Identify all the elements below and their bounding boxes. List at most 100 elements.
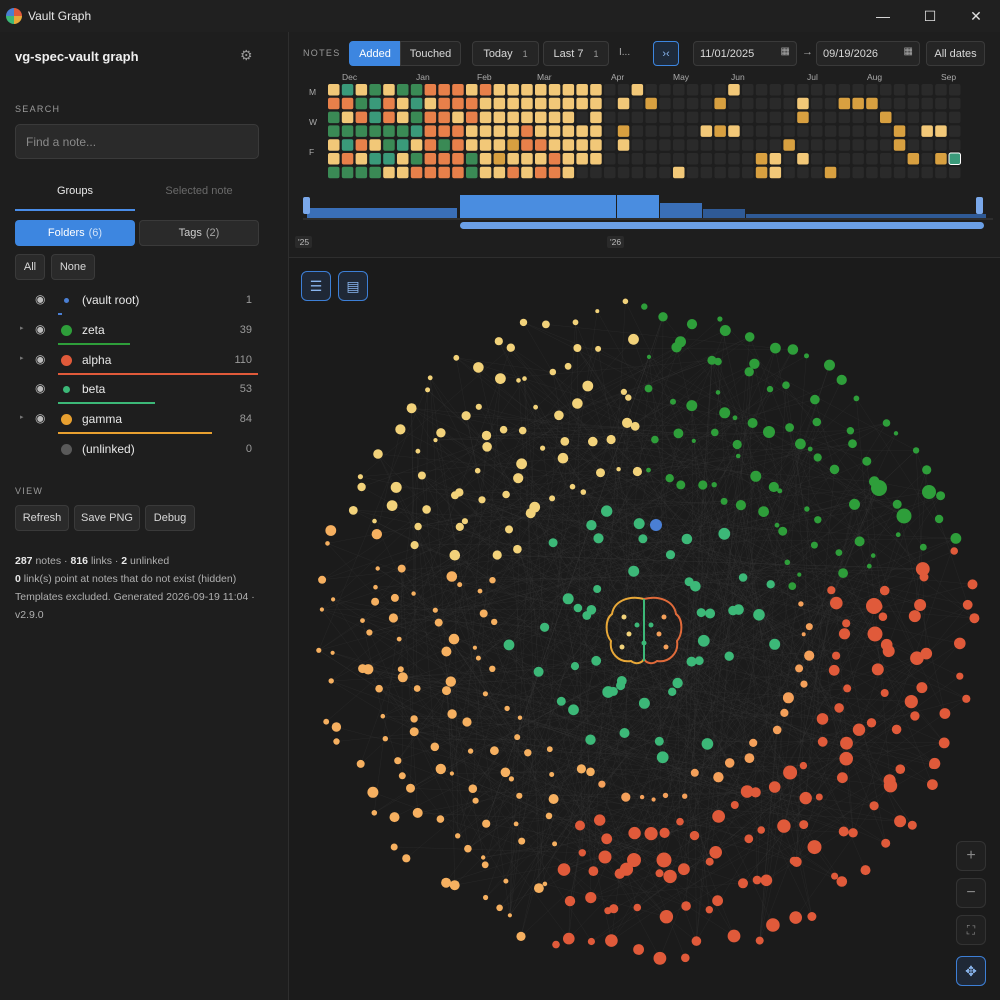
heatmap-cell[interactable]: [355, 111, 368, 124]
last7-button[interactable]: Last 7 1: [543, 41, 609, 66]
heatmap-cell[interactable]: [783, 97, 795, 110]
graph-node[interactable]: [686, 656, 697, 667]
graph-node[interactable]: [670, 398, 676, 405]
graph-node[interactable]: [409, 727, 419, 737]
graph-node[interactable]: [830, 596, 843, 610]
graph-node[interactable]: [478, 496, 486, 504]
graph-node[interactable]: [502, 490, 510, 499]
graph-node[interactable]: [801, 632, 806, 637]
graph-node[interactable]: [939, 708, 951, 719]
graph-node[interactable]: [474, 467, 481, 474]
graph-node[interactable]: [331, 722, 342, 732]
graph-node[interactable]: [323, 718, 330, 725]
graph-node[interactable]: [866, 718, 877, 728]
graph-node[interactable]: [676, 817, 684, 826]
graph-node[interactable]: [575, 820, 585, 831]
heatmap-cell[interactable]: [576, 97, 588, 110]
graph-node[interactable]: [711, 482, 717, 488]
graph-node[interactable]: [633, 518, 645, 530]
heatmap-cell[interactable]: [921, 84, 933, 96]
root-node[interactable]: [650, 519, 662, 531]
heatmap-cell[interactable]: [755, 153, 768, 165]
all-dates-button[interactable]: All dates: [926, 41, 985, 66]
heatmap-cell[interactable]: [811, 84, 823, 96]
heatmap-cell[interactable]: [866, 84, 878, 96]
heatmap-cell[interactable]: [893, 166, 906, 179]
heatmap-cell[interactable]: [755, 166, 768, 179]
graph-node[interactable]: [795, 438, 806, 450]
heatmap-cell[interactable]: [700, 166, 713, 179]
graph-node[interactable]: [481, 855, 486, 860]
heatmap-cell[interactable]: [921, 139, 933, 151]
graph-node[interactable]: [496, 904, 503, 912]
heatmap-cell[interactable]: [852, 166, 864, 179]
heatmap-cell[interactable]: [866, 153, 878, 165]
heatmap-cell[interactable]: [714, 166, 726, 179]
graph-node[interactable]: [557, 863, 571, 876]
graph-node[interactable]: [860, 865, 871, 876]
heatmap-cell[interactable]: [742, 125, 754, 137]
graph-node[interactable]: [799, 791, 812, 805]
tab-groups[interactable]: Groups: [15, 185, 135, 211]
heatmap-cell[interactable]: [479, 111, 492, 124]
graph-node[interactable]: [798, 601, 804, 607]
maximize-icon[interactable]: ☐: [907, 0, 953, 32]
heatmap-cell[interactable]: [507, 139, 519, 151]
graph-node[interactable]: [714, 357, 722, 366]
graph-node[interactable]: [891, 724, 902, 735]
graph-node[interactable]: [919, 543, 927, 551]
graph-node[interactable]: [325, 525, 337, 536]
graph-node[interactable]: [934, 514, 944, 524]
graph-node[interactable]: [482, 442, 492, 452]
heatmap-cell[interactable]: [742, 84, 754, 96]
graph-node[interactable]: [879, 585, 890, 596]
graph-node[interactable]: [882, 645, 895, 658]
graph-node[interactable]: [719, 325, 731, 336]
graph-node[interactable]: [758, 506, 769, 517]
heatmap-cell[interactable]: [369, 84, 381, 96]
heatmap-cell[interactable]: [645, 84, 657, 96]
heatmap-cell[interactable]: [838, 97, 851, 110]
graph-node[interactable]: [382, 736, 388, 742]
graph-node[interactable]: [840, 736, 853, 750]
graph-node[interactable]: [967, 579, 978, 590]
graph-node[interactable]: [709, 846, 722, 859]
graph-node[interactable]: [540, 445, 546, 451]
heatmap-cell[interactable]: [769, 166, 782, 179]
heatmap-cell[interactable]: [714, 153, 726, 165]
heatmap-cell[interactable]: [742, 111, 754, 124]
graph-node[interactable]: [552, 841, 558, 847]
graph-node[interactable]: [533, 404, 538, 410]
zoom-out-button[interactable]: −: [956, 878, 986, 908]
heatmap-cell[interactable]: [811, 111, 823, 124]
graph-node[interactable]: [712, 895, 723, 907]
heatmap-cell[interactable]: [742, 97, 754, 110]
graph-node[interactable]: [681, 533, 693, 545]
graph-node[interactable]: [586, 767, 595, 777]
graph-node[interactable]: [333, 738, 340, 745]
heatmap-cell[interactable]: [659, 125, 671, 137]
graph-node[interactable]: [568, 704, 579, 716]
heatmap-cell[interactable]: [521, 84, 533, 96]
heatmap-cell[interactable]: [893, 153, 906, 165]
heatmap-cell[interactable]: [397, 153, 409, 165]
graph-node[interactable]: [795, 664, 804, 673]
graph-node[interactable]: [388, 613, 398, 623]
graph-node[interactable]: [789, 911, 802, 924]
graph-node[interactable]: [735, 500, 746, 511]
graph-node[interactable]: [371, 597, 380, 606]
heatmap-cell[interactable]: [728, 111, 740, 124]
heatmap-cell[interactable]: [438, 97, 450, 110]
graph-node[interactable]: [601, 833, 613, 845]
graph-node[interactable]: [564, 895, 576, 907]
graph-node[interactable]: [747, 418, 758, 428]
graph-node[interactable]: [782, 381, 790, 389]
heatmap-cell[interactable]: [824, 84, 837, 96]
graph-node[interactable]: [556, 696, 566, 706]
graph-node[interactable]: [807, 912, 817, 921]
heatmap-cell[interactable]: [659, 166, 671, 179]
graph-node[interactable]: [836, 374, 847, 385]
close-icon[interactable]: ✕: [953, 0, 999, 32]
graph-node[interactable]: [750, 470, 762, 482]
heatmap-cell[interactable]: [535, 153, 547, 165]
